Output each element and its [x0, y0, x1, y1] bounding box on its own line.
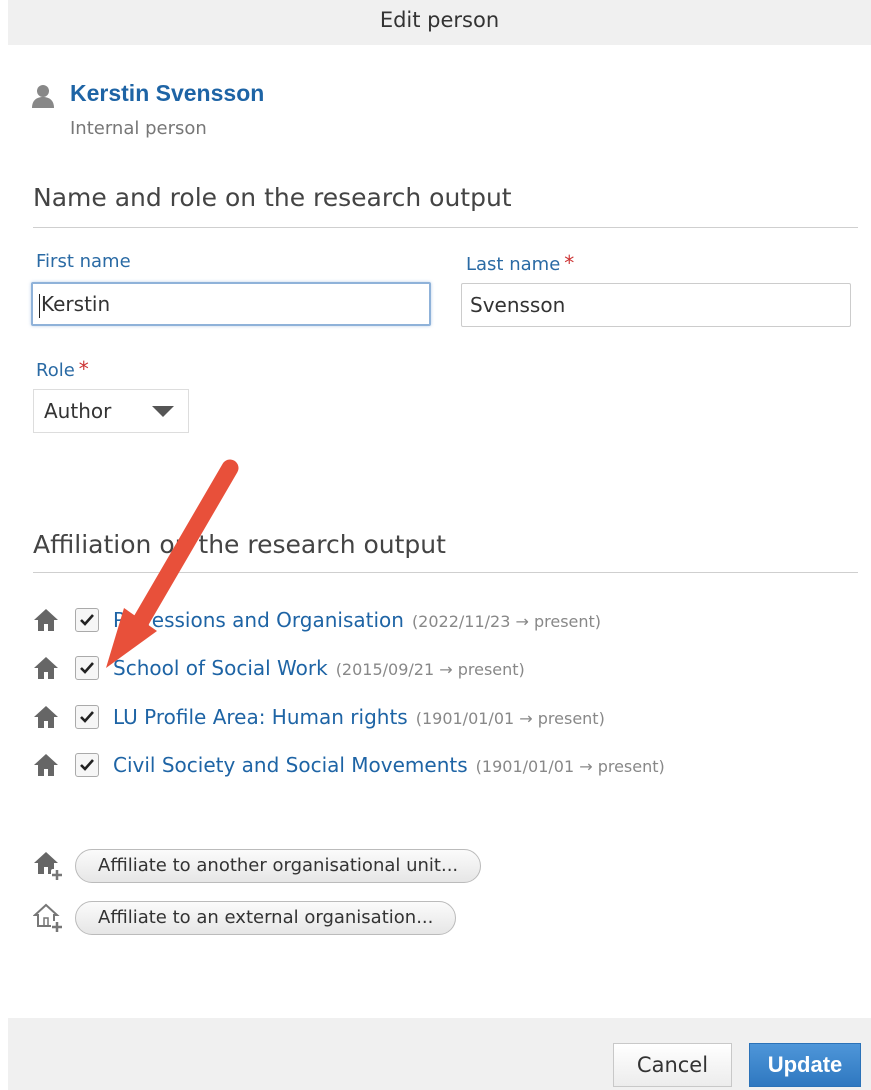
home-add-icon: [34, 852, 63, 881]
first-name-label: First name: [36, 251, 131, 272]
home-icon: [34, 657, 58, 679]
last-name-input[interactable]: Svensson: [461, 283, 851, 327]
required-marker: *: [564, 251, 575, 275]
home-icon: [34, 609, 58, 631]
affiliation-link[interactable]: Civil Society and Social Movements: [113, 753, 468, 777]
affiliation-checkbox[interactable]: [75, 608, 99, 632]
person-type: Internal person: [70, 118, 207, 139]
affiliation-dates: (2022/11/23 → present): [411, 612, 602, 631]
affiliation-checkbox[interactable]: [75, 753, 99, 777]
affiliation-link[interactable]: School of Social Work: [113, 656, 328, 680]
external-home-add-icon: [33, 903, 63, 933]
person-name-link[interactable]: Kerstin Svensson: [70, 80, 264, 107]
last-name-label: Last name *: [466, 251, 575, 275]
required-marker: *: [78, 357, 89, 381]
checkmark-icon: [80, 759, 94, 771]
section-divider: [33, 227, 858, 228]
affiliate-internal-button[interactable]: Affiliate to another organisational unit…: [75, 849, 482, 883]
checkmark-icon: [80, 614, 94, 626]
update-button[interactable]: Update: [749, 1043, 861, 1087]
text-caret: [39, 293, 40, 318]
first-name-input[interactable]: Kerstin: [31, 282, 431, 326]
affiliation-link[interactable]: Professions and Organisation: [113, 608, 404, 632]
affiliation-dates: (1901/01/01 → present): [415, 709, 605, 728]
role-select[interactable]: Author: [33, 389, 189, 433]
role-label: Role *: [36, 357, 89, 381]
chevron-down-icon: [152, 406, 174, 417]
affiliation-dates: (2015/09/21 → present): [335, 660, 525, 679]
checkmark-icon: [80, 711, 94, 723]
home-icon: [34, 706, 58, 728]
dialog-footer: [8, 1018, 871, 1090]
affiliation-checkbox[interactable]: [75, 656, 99, 680]
person-icon: [32, 85, 54, 108]
cancel-button[interactable]: Cancel: [613, 1043, 732, 1087]
affiliation-link[interactable]: LU Profile Area: Human rights: [113, 705, 408, 729]
affiliation-checkbox[interactable]: [75, 705, 99, 729]
checkmark-icon: [80, 662, 94, 674]
affiliation-section-title: Affiliation on the research output: [33, 530, 446, 559]
name-role-section-title: Name and role on the research output: [33, 183, 512, 212]
affiliation-dates: (1901/01/01 → present): [475, 757, 665, 776]
affiliate-external-button[interactable]: Affiliate to an external organisation...: [75, 901, 457, 935]
section-divider: [33, 572, 858, 573]
dialog-title: Edit person: [8, 0, 871, 45]
home-icon: [34, 754, 58, 776]
